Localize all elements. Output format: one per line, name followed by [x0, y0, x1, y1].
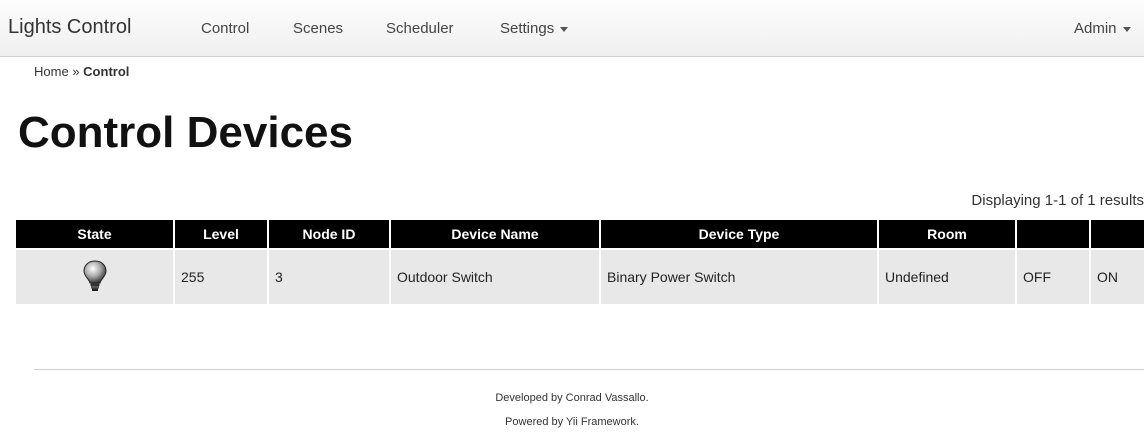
nav-control[interactable]: Control: [201, 20, 249, 37]
nav-scenes[interactable]: Scenes: [293, 20, 343, 37]
top-navbar: Lights Control Control Scenes Scheduler …: [0, 0, 1144, 57]
footer-developer-credit: Developed by Conrad Vassallo.: [495, 392, 649, 404]
lightbulb-icon: [82, 259, 108, 296]
table-header-row: State Level Node ID Device Name Device T…: [16, 220, 1144, 249]
column-header-state[interactable]: State: [16, 220, 174, 249]
breadcrumb-separator: »: [72, 64, 80, 79]
column-header-on-action: [1089, 220, 1144, 249]
column-header-device-name[interactable]: Device Name: [389, 220, 600, 249]
column-header-node-id[interactable]: Node ID: [267, 220, 390, 249]
room-cell: Undefined: [877, 248, 1016, 304]
device-type-cell: Binary Power Switch: [599, 248, 878, 304]
grid-summary: Displaying 1-1 of 1 results: [971, 192, 1144, 209]
node-id-cell: 3: [267, 248, 390, 304]
column-header-level[interactable]: Level: [173, 220, 268, 249]
column-header-device-type[interactable]: Device Type: [599, 220, 878, 249]
nav-scheduler[interactable]: Scheduler: [386, 20, 454, 37]
breadcrumb-home-link[interactable]: Home: [34, 64, 69, 79]
breadcrumb: Home » Control: [34, 64, 129, 79]
user-name-label: Admin: [1074, 20, 1117, 37]
state-cell: [16, 248, 174, 304]
footer-framework-credit: Powered by Yii Framework.: [505, 416, 639, 428]
user-menu-dropdown[interactable]: Admin: [1074, 20, 1131, 37]
device-name-cell: Outdoor Switch: [389, 248, 600, 304]
turn-on-link[interactable]: ON: [1089, 248, 1144, 304]
footer: Developed by Conrad Vassallo. Powered by…: [34, 369, 1144, 428]
level-cell: 255: [173, 248, 268, 304]
breadcrumb-current: Control: [83, 64, 130, 79]
nav-settings-dropdown[interactable]: Settings: [500, 20, 569, 37]
turn-off-link[interactable]: OFF: [1015, 248, 1090, 304]
devices-table: State Level Node ID Device Name Device T…: [16, 220, 1144, 304]
column-header-off-action: [1015, 220, 1090, 249]
column-header-room[interactable]: Room: [877, 220, 1016, 249]
chevron-down-icon: [1122, 26, 1131, 32]
table-row: 255 3 Outdoor Switch Binary Power Switch…: [16, 248, 1144, 304]
page-title: Control Devices: [18, 108, 353, 157]
brand-logo[interactable]: Lights Control: [8, 16, 131, 39]
chevron-down-icon: [560, 26, 569, 32]
nav-settings-label: Settings: [500, 20, 555, 37]
